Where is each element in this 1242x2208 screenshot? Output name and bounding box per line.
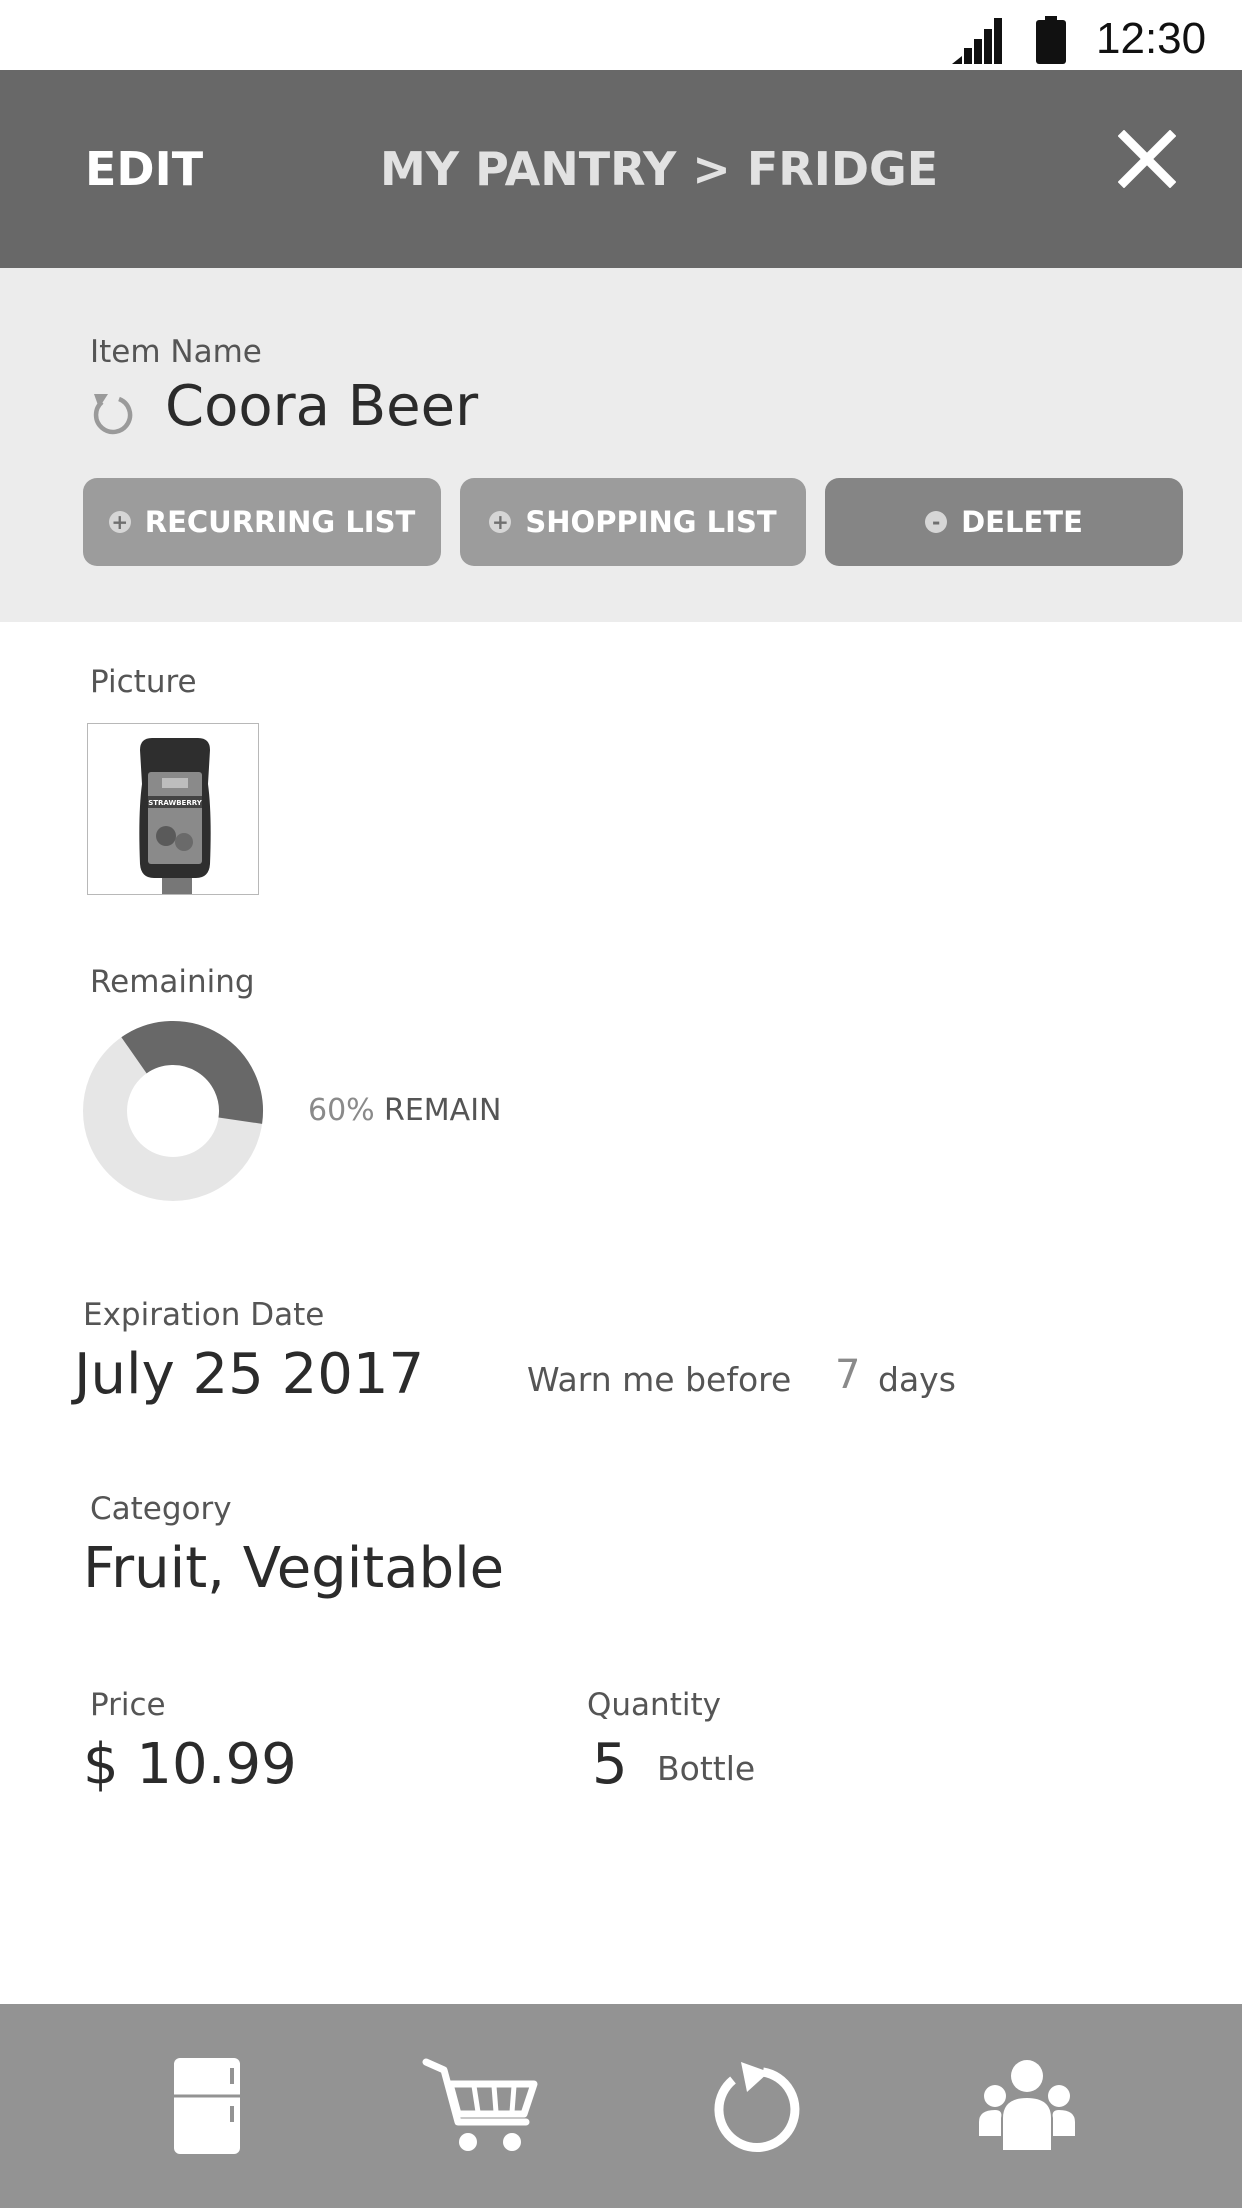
nav-shopping-cart[interactable] bbox=[405, 2004, 555, 2208]
warn-before-label: Warn me before bbox=[527, 1360, 792, 1399]
plus-icon: + bbox=[489, 511, 512, 533]
nav-fridge[interactable] bbox=[132, 2004, 282, 2208]
recurring-list-label: RECURRING LIST bbox=[144, 505, 416, 539]
bottom-nav bbox=[0, 2004, 1242, 2208]
add-recurring-list-button[interactable]: + RECURRING LIST bbox=[83, 478, 441, 566]
cart-icon bbox=[422, 2058, 538, 2151]
remaining-percent: 60% bbox=[308, 1093, 375, 1128]
breadcrumb-title: MY PANTRY > FRIDGE bbox=[380, 142, 939, 196]
warn-days-unit: days bbox=[878, 1360, 956, 1399]
delete-label: DELETE bbox=[961, 505, 1083, 539]
recurring-icon bbox=[714, 2062, 800, 2152]
item-name-value[interactable]: Coora Beer bbox=[165, 374, 478, 439]
expiration-date-value[interactable]: July 25 2017 bbox=[74, 1342, 424, 1407]
battery-icon bbox=[1036, 16, 1066, 64]
bottle-label-text: STRAWBERRY bbox=[148, 799, 203, 807]
reset-icon[interactable] bbox=[88, 390, 136, 438]
shopping-list-label: SHOPPING LIST bbox=[525, 505, 777, 539]
minus-icon: - bbox=[925, 511, 948, 533]
picture-label: Picture bbox=[90, 664, 197, 700]
remaining-suffix: REMAIN bbox=[384, 1093, 502, 1128]
bottle-image: STRAWBERRY bbox=[139, 738, 211, 894]
status-time: 12:30 bbox=[1096, 14, 1207, 63]
quantity-unit[interactable]: Bottle bbox=[657, 1749, 755, 1788]
fridge-icon bbox=[174, 2058, 240, 2154]
price-label: Price bbox=[90, 1687, 166, 1723]
quantity-value[interactable]: 5 bbox=[592, 1732, 628, 1797]
edit-label[interactable]: EDIT bbox=[85, 142, 203, 196]
remaining-donut-chart[interactable] bbox=[80, 1018, 266, 1204]
delete-button[interactable]: - DELETE bbox=[825, 478, 1183, 566]
expiration-label: Expiration Date bbox=[83, 1297, 325, 1333]
close-icon[interactable] bbox=[1118, 130, 1176, 188]
status-bar: 12:30 bbox=[0, 0, 1242, 70]
price-value[interactable]: $ 10.99 bbox=[83, 1732, 297, 1797]
category-value[interactable]: Fruit, Vegitable bbox=[83, 1536, 504, 1601]
item-picture[interactable]: STRAWBERRY bbox=[87, 723, 259, 895]
donut-remaining-arc bbox=[121, 1021, 263, 1124]
plus-icon: + bbox=[108, 511, 131, 533]
item-name-section: Item Name Coora Beer + RECURRING LIST + … bbox=[0, 268, 1242, 622]
family-icon bbox=[979, 2060, 1075, 2150]
add-shopping-list-button[interactable]: + SHOPPING LIST bbox=[460, 478, 806, 566]
item-name-label: Item Name bbox=[90, 334, 262, 370]
remaining-label: Remaining bbox=[90, 964, 255, 1000]
nav-recurring[interactable] bbox=[680, 2004, 830, 2208]
signal-icon bbox=[952, 18, 1002, 64]
category-label: Category bbox=[90, 1491, 232, 1527]
warn-days-value[interactable]: 7 bbox=[835, 1352, 860, 1398]
nav-family[interactable] bbox=[952, 2004, 1102, 2208]
header-bar: EDIT MY PANTRY > FRIDGE bbox=[0, 70, 1242, 268]
quantity-label: Quantity bbox=[587, 1687, 721, 1723]
